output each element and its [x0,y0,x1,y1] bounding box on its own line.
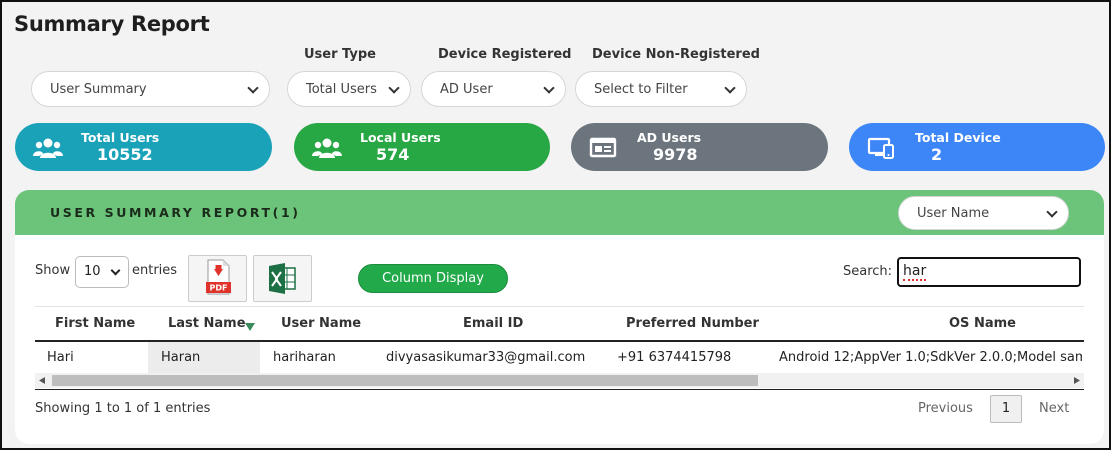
table-info: Showing 1 to 1 of 1 entries [35,401,211,416]
users-icon [312,138,342,158]
chevron-down-icon [388,82,400,94]
user-type-select[interactable]: Total Users [287,71,411,107]
report-panel: USER SUMMARY REPORT(1) User Name Show 10… [15,190,1104,444]
cell-preferred-number: +91 6374415798 [617,350,732,365]
device-non-registered-select[interactable]: Select to Filter [575,71,747,107]
device-registered-label: Device Registered [438,47,572,62]
stat-label: Local Users [360,130,441,145]
search-input[interactable]: har [897,257,1081,287]
device-registered-select[interactable]: AD User [421,71,566,107]
report-type-value: User Summary [50,81,147,97]
excel-icon [269,263,296,294]
app-frame: Summary Report User Type Device Register… [0,0,1111,450]
export-pdf-button[interactable]: PDF [188,255,247,302]
stat-card-ad-users[interactable]: AD Users 9978 [571,123,828,171]
stat-label: AD Users [637,130,702,145]
page-title: Summary Report [14,12,210,36]
sort-by-select[interactable]: User Name [898,196,1069,230]
stat-card-local-users[interactable]: Local Users 574 [294,123,550,171]
pdf-icon-label: PDF [210,284,228,293]
cell-user-name: hariharan [273,350,336,365]
stat-value: 574 [376,145,410,164]
chevron-down-icon [110,265,121,276]
entries-label: entries [132,263,178,278]
column-header-os-name[interactable]: OS Name [949,316,1016,331]
stat-value: 9978 [653,145,698,164]
column-header-preferred-number[interactable]: Preferred Number [626,316,759,331]
column-header-last-name[interactable]: Last Name [168,316,246,331]
cell-os-name: Android 12;AppVer 1.0;SdkVer 2.0.0;Model… [779,350,1082,365]
search-input-value: har [903,263,927,281]
ad-users-icon [589,137,617,158]
report-panel-header: USER SUMMARY REPORT(1) User Name [15,190,1104,235]
device-non-registered-label: Device Non-Registered [592,47,760,62]
sort-by-value: User Name [917,205,990,221]
pdf-icon: PDF [206,259,231,295]
export-excel-button[interactable] [253,255,312,302]
users-icon [33,138,63,158]
stat-value: 2 [931,145,943,164]
device-non-registered-value: Select to Filter [594,81,688,97]
entries-select[interactable]: 10 [75,256,129,288]
cell-first-name: Hari [47,350,74,365]
pagination-previous[interactable]: Previous [918,401,973,416]
user-type-value: Total Users [306,81,377,97]
column-header-user-name[interactable]: User Name [281,316,361,331]
report-type-select[interactable]: User Summary [31,71,270,107]
stat-card-total-users[interactable]: Total Users 10552 [15,123,272,171]
stat-label: Total Device [915,130,1001,145]
entries-value: 10 [84,264,101,279]
chevron-down-icon [543,82,555,94]
report-title: USER SUMMARY REPORT(1) [50,205,301,220]
horizontal-scrollbar[interactable] [35,373,1084,388]
column-header-email-id[interactable]: Email ID [463,316,523,331]
scrollbar-thumb[interactable] [52,375,758,386]
pagination-next[interactable]: Next [1039,401,1069,416]
user-type-label: User Type [304,47,376,62]
stat-label: Total Users [81,130,160,145]
scroll-left-icon[interactable] [39,377,45,384]
search-label: Search: [843,264,893,279]
chevron-down-icon [724,82,736,94]
table-bottom-divider [35,389,1084,390]
chevron-down-icon [1046,206,1058,218]
device-registered-value: AD User [440,81,493,97]
column-display-button[interactable]: Column Display [358,264,508,293]
devices-icon [867,137,894,159]
scroll-right-icon[interactable] [1074,377,1080,384]
cell-email: divyasasikumar33@gmail.com [386,350,586,365]
chevron-down-icon [247,82,259,94]
cell-last-name: Haran [161,350,201,365]
show-label: Show [35,263,71,278]
column-header-first-name[interactable]: First Name [55,316,135,331]
pagination-page-1[interactable]: 1 [990,395,1022,423]
table-top-divider [35,306,1084,307]
stat-value: 10552 [97,145,153,164]
stat-card-total-device[interactable]: Total Device 2 [849,123,1105,171]
sort-descending-icon[interactable] [244,322,256,332]
